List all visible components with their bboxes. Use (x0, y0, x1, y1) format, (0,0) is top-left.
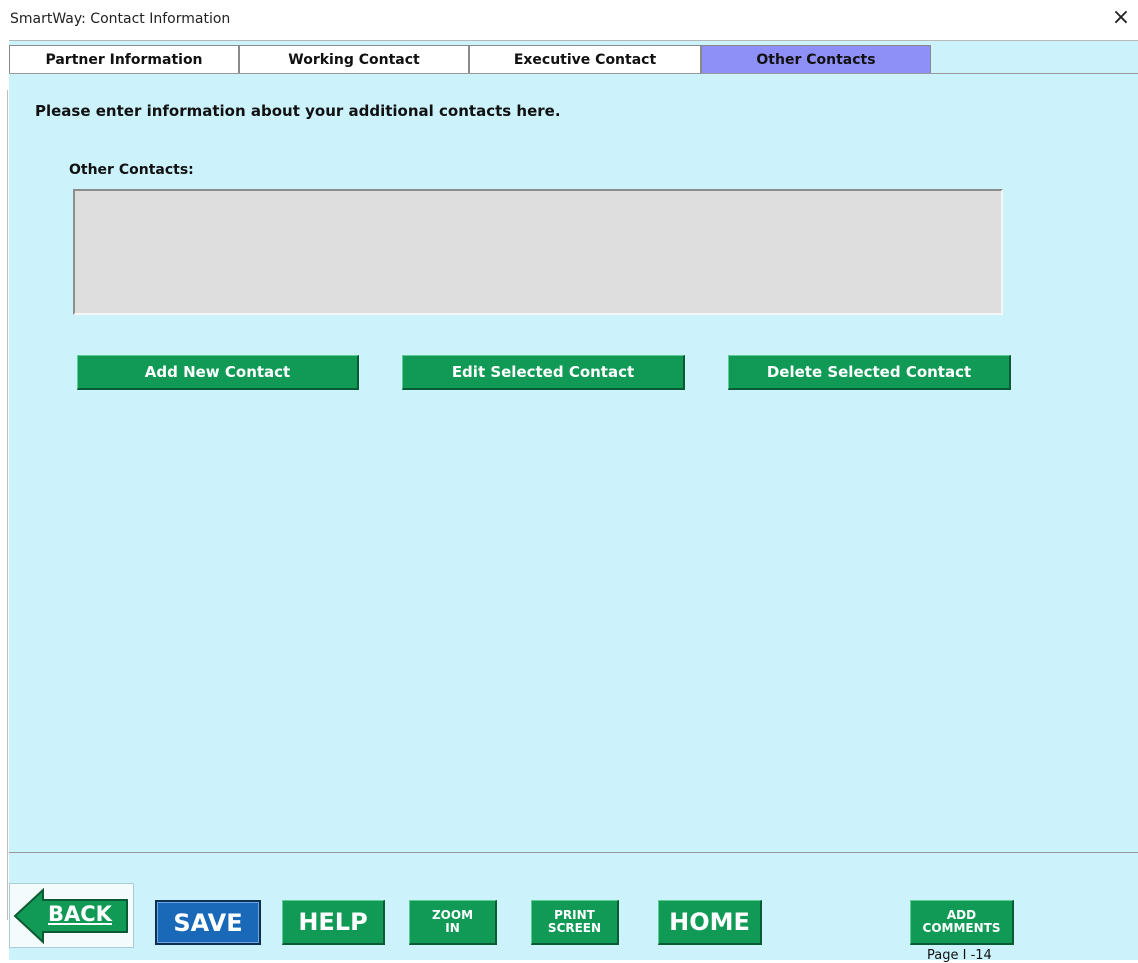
add-comments-button[interactable]: ADD COMMENTS (910, 900, 1014, 945)
instruction-text: Please enter information about your addi… (35, 102, 561, 120)
tab-label: Working Contact (288, 51, 420, 68)
tab-strip: Partner Information Working Contact Exec… (9, 40, 1138, 74)
close-icon[interactable]: × (1108, 4, 1134, 30)
back-label: BACK (48, 902, 112, 926)
edit-selected-contact-button[interactable]: Edit Selected Contact (402, 355, 685, 390)
zoom-in-button[interactable]: ZOOM IN (409, 900, 497, 945)
tab-label: Partner Information (45, 51, 203, 68)
back-button[interactable]: BACK (9, 883, 134, 948)
title-bar: SmartWay: Contact Information × (0, 0, 1138, 40)
tab-other-contacts[interactable]: Other Contacts (701, 45, 931, 73)
button-label-line: COMMENTS (922, 921, 1001, 935)
tab-working-contact[interactable]: Working Contact (239, 45, 469, 73)
footer-navigation: BACK SAVE HELP ZOOM IN PRINT SCREEN HOME… (9, 853, 1138, 963)
button-label-line: SCREEN (547, 921, 602, 935)
page-number: Page I -14 (927, 948, 992, 963)
button-label: Edit Selected Contact (451, 363, 635, 381)
window-left-border (7, 90, 8, 920)
add-new-contact-button[interactable]: Add New Contact (77, 355, 359, 390)
button-label: HELP (298, 908, 368, 936)
button-label: Add New Contact (144, 363, 291, 381)
home-button[interactable]: HOME (658, 900, 762, 945)
save-button[interactable]: SAVE (155, 900, 261, 945)
tab-label: Executive Contact (513, 51, 657, 68)
print-screen-button[interactable]: PRINT SCREEN (531, 900, 619, 945)
button-label: Delete Selected Contact (766, 363, 972, 381)
button-label-line: IN (445, 921, 460, 935)
window-title: SmartWay: Contact Information (10, 11, 231, 27)
tab-executive-contact[interactable]: Executive Contact (469, 45, 701, 73)
help-button[interactable]: HELP (282, 900, 385, 945)
button-label: SAVE (173, 908, 243, 937)
other-contacts-listbox[interactable] (73, 189, 1003, 315)
button-label: HOME (669, 908, 750, 936)
tab-label: Other Contacts (756, 51, 876, 68)
delete-selected-contact-button[interactable]: Delete Selected Contact (728, 355, 1011, 390)
tab-partner-information[interactable]: Partner Information (9, 45, 239, 73)
other-contacts-panel: Please enter information about your addi… (9, 73, 1138, 853)
other-contacts-label: Other Contacts: (69, 162, 194, 178)
